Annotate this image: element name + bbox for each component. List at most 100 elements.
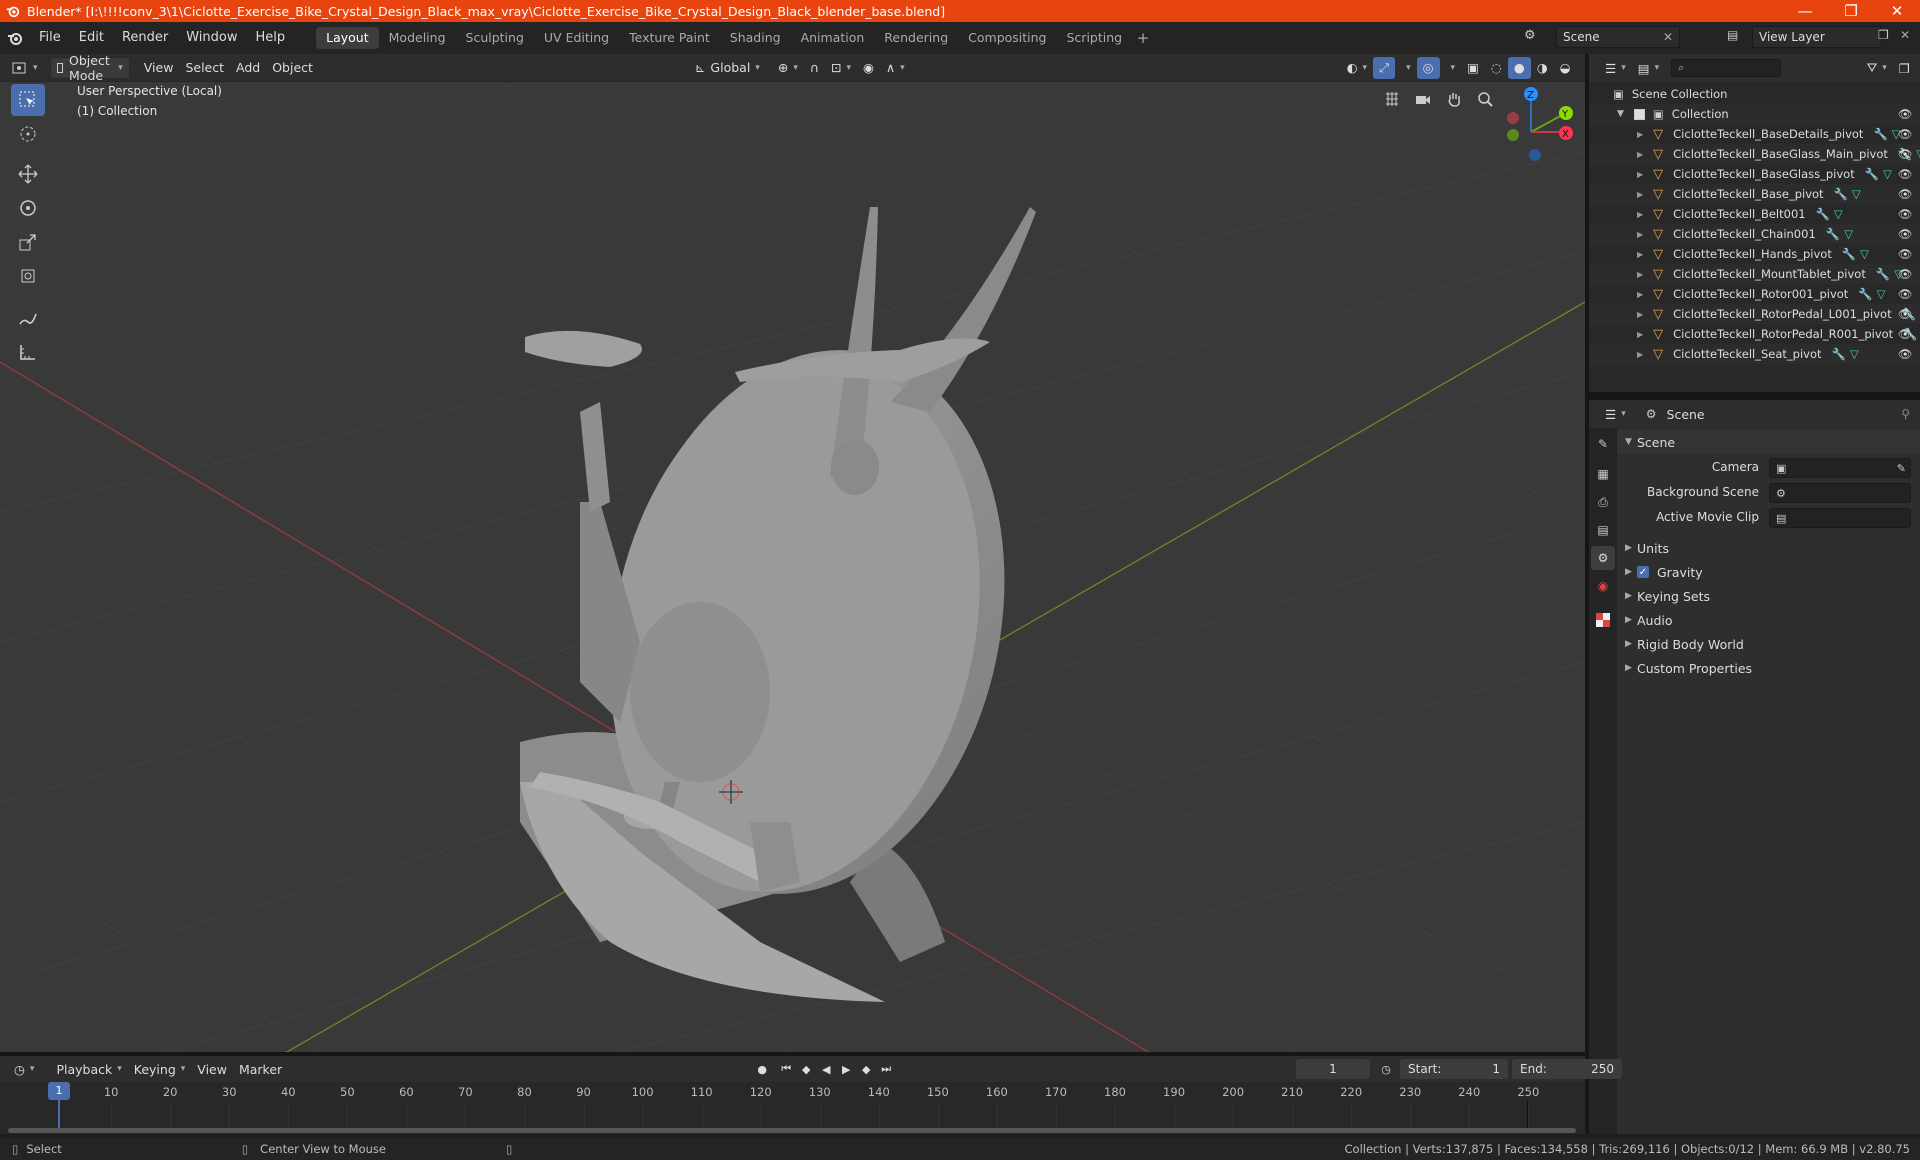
move-tool[interactable] (11, 158, 45, 190)
eye-icon[interactable]: 👁 (1898, 227, 1913, 241)
collection-checkbox[interactable] (1633, 108, 1645, 120)
expand-arrow-icon[interactable]: ▼ (1617, 109, 1624, 119)
snap-settings-button[interactable]: ⊡ ▾ (825, 57, 857, 79)
audio-panel[interactable]: ▶ Audio (1617, 608, 1920, 632)
scale-tool[interactable] (11, 226, 45, 258)
expand-arrow-icon[interactable]: ▶ (1637, 350, 1643, 359)
pin-icon[interactable]: ⚲ (1901, 407, 1910, 421)
eye-icon[interactable]: 👁 (1898, 267, 1913, 281)
outliner-item[interactable]: ▶ ▽ CiclotteTeckell_RotorPedal_R001_pivot 🔧… (1589, 324, 1920, 344)
outliner-scene-collection[interactable]: ▣ Scene Collection (1589, 84, 1920, 104)
maximize-button[interactable]: ❐ (1828, 0, 1874, 22)
eye-icon[interactable]: 👁 (1898, 347, 1913, 361)
visibility-button[interactable]: ◐ ▾ (1341, 57, 1373, 79)
menu-help[interactable]: Help (247, 26, 295, 50)
custom-properties-panel[interactable]: ▶ Custom Properties (1617, 656, 1920, 680)
eye-icon[interactable]: 👁 (1898, 127, 1913, 141)
viewport-menu-select[interactable]: Select (179, 57, 230, 79)
tab-modeling[interactable]: Modeling (379, 27, 456, 49)
tool-tab-icon[interactable]: ✎ (1591, 432, 1615, 456)
pan-hand-icon[interactable] (1441, 86, 1467, 112)
outliner-item[interactable]: ▶ ▽ CiclotteTeckell_Rotor001_pivot 🔧 ▽ 👁 (1589, 284, 1920, 304)
overlay-menu[interactable]: ▾ (1440, 57, 1462, 79)
record-icon[interactable]: ● (752, 1059, 772, 1079)
menu-file[interactable]: File (30, 26, 70, 50)
pivot-point-button[interactable]: ⊕ ▾ (772, 57, 804, 79)
expand-arrow-icon[interactable]: ▶ (1637, 130, 1643, 139)
active-movie-clip-field[interactable]: ▤ (1769, 508, 1911, 528)
eye-icon[interactable]: 👁 (1898, 307, 1913, 321)
current-frame-field[interactable]: 1 (1296, 1059, 1370, 1079)
outliner-editor-type-icon[interactable]: ☰ ▾ (1599, 57, 1632, 79)
next-keyframe-icon[interactable]: ◆ (856, 1059, 876, 1079)
tab-sculpting[interactable]: Sculpting (456, 27, 534, 49)
overlay-toggle[interactable]: ◎ (1416, 56, 1440, 79)
play-icon[interactable]: ▶ (836, 1059, 856, 1079)
viewport-menu-view[interactable]: View (138, 57, 180, 79)
select-box-tool[interactable] (11, 84, 45, 116)
shading-wireframe[interactable]: ◌ (1485, 57, 1508, 79)
timeline-editor-type-icon[interactable]: ◷ ▾ (8, 1058, 40, 1080)
blender-menu-icon[interactable] (0, 30, 30, 46)
transform-orientation-selector[interactable]: ⊾ Global ▾ (689, 57, 766, 79)
render-tab-icon[interactable]: ▦ (1591, 462, 1615, 486)
timeline-scrollbar[interactable] (8, 1128, 1576, 1133)
xray-toggle[interactable]: ▣ (1461, 57, 1485, 79)
jump-start-icon[interactable]: ⏮ (776, 1059, 796, 1079)
eye-icon[interactable]: 👁 (1898, 187, 1913, 201)
expand-arrow-icon[interactable]: ▶ (1637, 310, 1643, 319)
menu-edit[interactable]: Edit (70, 26, 113, 50)
outliner-item[interactable]: ▶▽CiclotteTeckell_BaseGlass_Main_pivot🔧▽… (1589, 144, 1920, 164)
filter-icon[interactable]: ⛛ ▾ (1861, 57, 1893, 79)
menu-window[interactable]: Window (177, 26, 246, 50)
expand-arrow-icon[interactable]: ▶ (1637, 250, 1643, 259)
neg-y-axis-icon[interactable] (1507, 129, 1519, 141)
falloff-button[interactable]: ∧ ▾ (880, 57, 911, 79)
outliner-item[interactable]: ▶ ▽ CiclotteTeckell_Belt001 🔧 ▽ 👁 (1589, 204, 1920, 224)
shading-material[interactable]: ◑ (1531, 57, 1554, 79)
expand-arrow-icon[interactable]: ▶ (1637, 230, 1643, 239)
measure-tool[interactable] (11, 336, 45, 368)
expand-arrow-icon[interactable]: ▶ (1637, 170, 1643, 179)
tab-uv-editing[interactable]: UV Editing (534, 27, 619, 49)
outliner-item[interactable]: ▶ ▽ CiclotteTeckell_Hands_pivot 🔧 ▽ 👁 (1589, 244, 1920, 264)
new-collection-icon[interactable]: ❐ (1893, 57, 1916, 79)
neg-z-axis-icon[interactable] (1529, 149, 1541, 161)
view-layer-tab-icon[interactable]: ▤ (1591, 518, 1615, 542)
navigation-gizmo[interactable]: Z Y X (1486, 82, 1585, 172)
scene-type-icon[interactable]: ⚙ (1524, 28, 1544, 46)
outliner-item[interactable]: ▶ ▽ CiclotteTeckell_Chain001 🔧 ▽ 👁 (1589, 224, 1920, 244)
close-button[interactable]: ✕ (1874, 0, 1920, 22)
eye-icon[interactable]: 👁 (1898, 287, 1913, 301)
gravity-panel[interactable]: ▶ ✓ Gravity (1617, 560, 1920, 584)
outliner-item[interactable]: ▶ ▽ CiclotteTeckell_BaseDetails_pivot 🔧 ▽ 👁 (1589, 124, 1920, 144)
background-scene-field[interactable]: ⚙ (1769, 483, 1911, 503)
eye-icon[interactable]: 👁 (1898, 107, 1913, 121)
gizmo-toggle[interactable]: ⤢ (1373, 56, 1396, 79)
editor-type-button[interactable]: ▾ (6, 57, 44, 79)
view-layer-selector[interactable]: View Layer (1752, 26, 1882, 48)
outliner-item[interactable]: ▶ ▽ CiclotteTeckell_BaseGlass_pivot 🔧 ▽ 👁 (1589, 164, 1920, 184)
eye-icon[interactable]: 👁 (1898, 147, 1913, 161)
snap-toggle[interactable]: ∩ (804, 57, 825, 79)
expand-arrow-icon[interactable]: ▶ (1637, 330, 1643, 339)
rotate-tool[interactable] (11, 192, 45, 224)
expand-arrow-icon[interactable]: ▶ (1637, 150, 1643, 159)
outliner-collection[interactable]: ▼ ▣ Collection 👁 (1589, 104, 1920, 124)
outliner-item[interactable]: ▶ ▽ CiclotteTeckell_MountTablet_pivot 🔧 ▽ 👁 (1589, 264, 1920, 284)
viewport-menu-object[interactable]: Object (266, 57, 319, 79)
output-tab-icon[interactable]: ⎙ (1591, 490, 1615, 514)
tab-layout[interactable]: Layout (316, 27, 379, 49)
camera-field[interactable]: ▣ ✎ (1769, 458, 1911, 478)
scene-selector[interactable]: Scene ✕ (1556, 26, 1680, 48)
scene-section-header[interactable]: ▼ Scene (1617, 430, 1920, 454)
minimize-button[interactable]: — (1782, 0, 1828, 22)
shading-solid[interactable]: ● (1507, 56, 1531, 79)
end-frame-field[interactable]: End: 250 (1512, 1059, 1622, 1079)
tab-shading[interactable]: Shading (720, 27, 791, 49)
timeline-menu-marker[interactable]: Marker (233, 1058, 288, 1080)
grid-toggle-icon[interactable] (1379, 86, 1405, 112)
texture-tab-icon[interactable] (1591, 608, 1615, 632)
units-panel[interactable]: ▶ Units (1617, 536, 1920, 560)
outliner-item[interactable]: ▶ ▽ CiclotteTeckell_Base_pivot 🔧 ▽ 👁 (1589, 184, 1920, 204)
